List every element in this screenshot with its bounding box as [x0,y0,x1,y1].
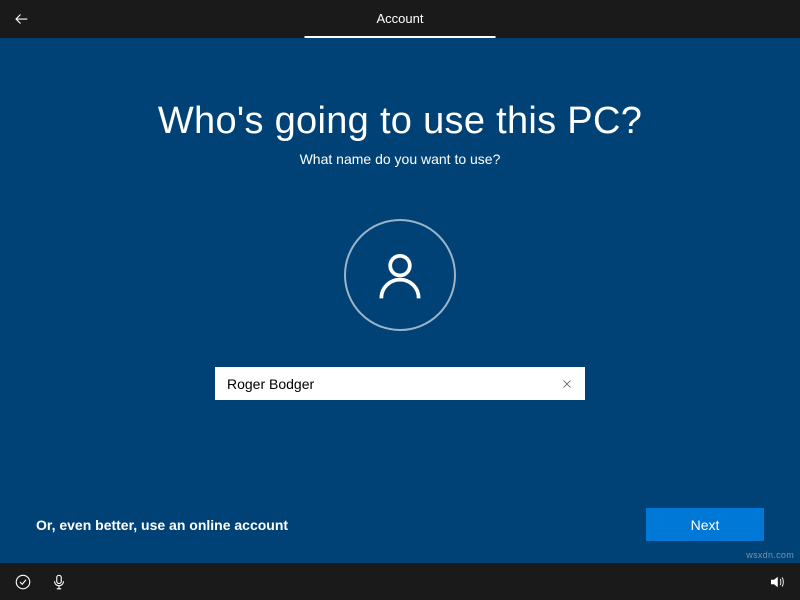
back-arrow-icon [13,10,31,28]
taskbar-right [768,573,786,591]
user-icon [372,247,428,303]
heading-area: Who's going to use this PC? What name do… [0,38,800,167]
tab-account[interactable]: Account [305,0,496,38]
taskbar-left [0,573,68,591]
ease-of-access-icon [14,573,32,591]
back-button[interactable] [0,0,44,38]
avatar [344,219,456,331]
volume-icon [768,573,786,591]
main-content: Who's going to use this PC? What name do… [0,38,800,563]
page-title: Who's going to use this PC? [0,100,800,143]
tab-label: Account [377,11,424,26]
taskbar [0,563,800,600]
title-bar: Account [0,0,800,38]
clear-input-button[interactable] [551,369,583,398]
watermark: wsxdn.com [746,550,794,560]
microphone-icon [50,573,68,591]
close-icon [561,378,573,390]
online-account-link[interactable]: Or, even better, use an online account [36,517,288,533]
name-input-wrapper [215,367,585,400]
next-button[interactable]: Next [646,508,764,541]
bottom-row: Or, even better, use an online account N… [36,508,764,541]
name-input[interactable] [217,369,551,398]
input-method-button[interactable] [50,573,68,591]
volume-button[interactable] [768,573,786,591]
tabs: Account [305,0,496,38]
ease-of-access-button[interactable] [14,573,32,591]
avatar-area [0,219,800,331]
input-area [0,367,800,400]
page-subtitle: What name do you want to use? [0,151,800,167]
